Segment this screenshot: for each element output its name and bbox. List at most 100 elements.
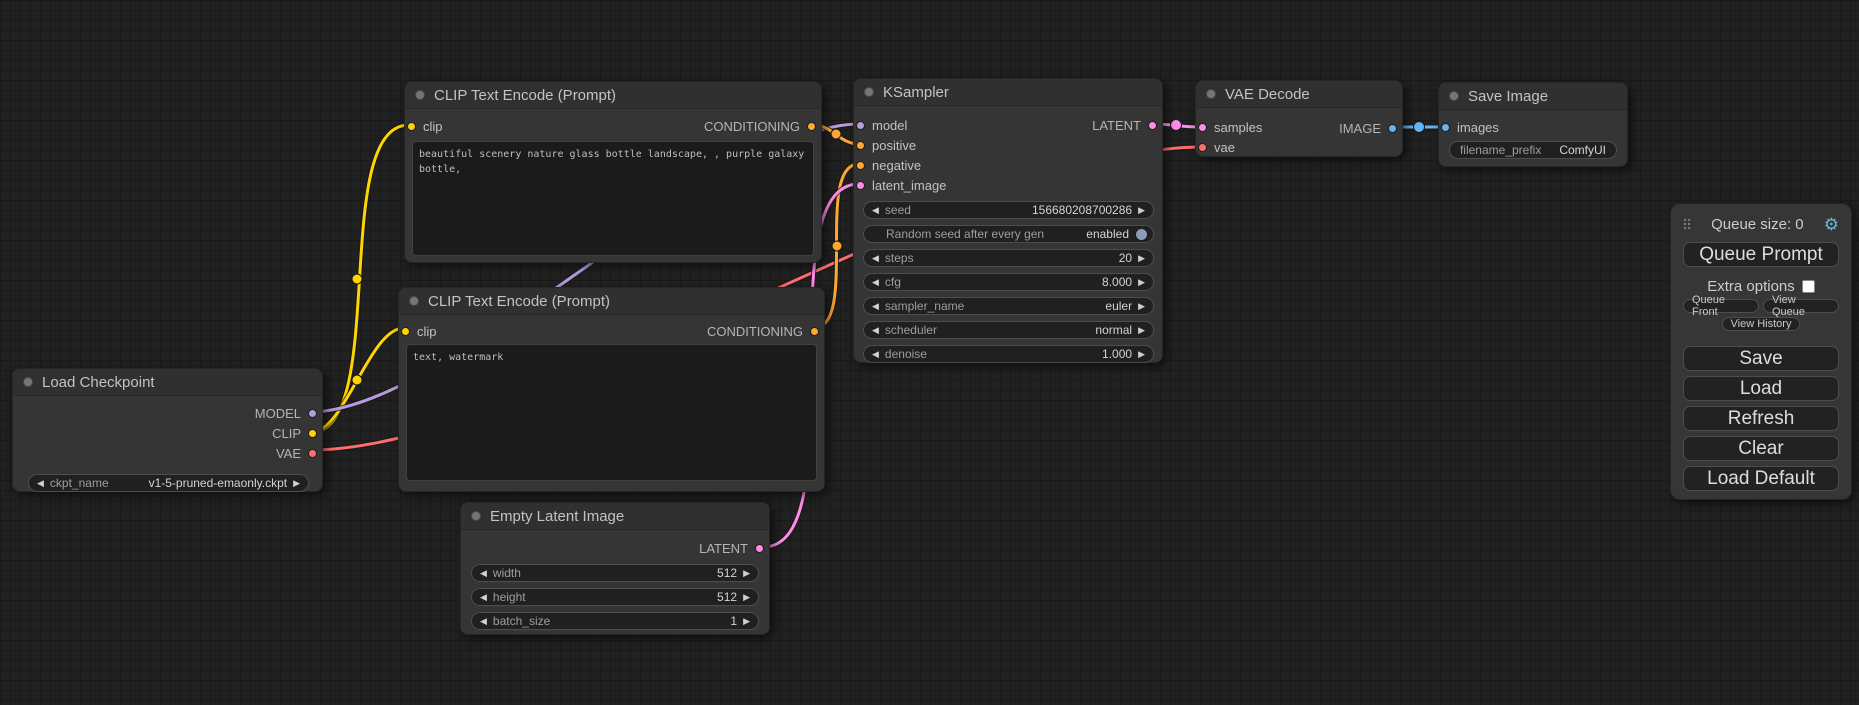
- node-title-bar: Save Image: [1439, 83, 1627, 110]
- increment-arrow-icon[interactable]: ▶: [743, 569, 750, 578]
- filename-prefix-widget[interactable]: filename_prefix ComfyUI: [1449, 141, 1617, 159]
- port-label: CLIP: [272, 426, 301, 441]
- link-dot: [832, 241, 842, 251]
- node-load-checkpoint[interactable]: Load Checkpoint MODEL CLIP VAE ◀ ckpt_na…: [12, 368, 323, 492]
- negative-input-port[interactable]: [856, 161, 865, 170]
- queue-panel: Queue size: 0 ⚙ Queue Prompt Extra optio…: [1670, 203, 1852, 500]
- queue-prompt-button[interactable]: Queue Prompt: [1683, 242, 1839, 267]
- decrement-arrow-icon[interactable]: ◀: [480, 569, 487, 578]
- node-title-bar: Empty Latent Image: [461, 503, 769, 530]
- vae-output-port[interactable]: [308, 449, 317, 458]
- conditioning-output-port[interactable]: [810, 327, 819, 336]
- node-empty-latent-image[interactable]: Empty Latent Image LATENT ◀ width 512 ▶ …: [460, 502, 770, 635]
- port-label: model: [872, 118, 907, 133]
- toggle-enabled-icon[interactable]: [1135, 228, 1148, 241]
- decrement-arrow-icon[interactable]: ◀: [37, 479, 44, 488]
- link-dot: [352, 375, 362, 385]
- collapse-dot-icon[interactable]: [471, 511, 481, 521]
- collapse-dot-icon[interactable]: [409, 296, 419, 306]
- seed-widget[interactable]: ◀ seed 156680208700286 ▶: [863, 201, 1154, 219]
- batch-size-widget[interactable]: ◀ batch_size 1 ▶: [471, 612, 759, 630]
- model-input-port[interactable]: [856, 121, 865, 130]
- load-default-button[interactable]: Load Default: [1683, 466, 1839, 491]
- collapse-dot-icon[interactable]: [1449, 91, 1459, 101]
- port-label: latent_image: [872, 178, 946, 193]
- ckpt-name-widget[interactable]: ◀ ckpt_name v1-5-pruned-emaonly.ckpt ▶: [28, 474, 309, 492]
- decrement-arrow-icon[interactable]: ◀: [872, 350, 879, 359]
- collapse-dot-icon[interactable]: [1206, 89, 1216, 99]
- queue-front-button[interactable]: Queue Front: [1683, 299, 1759, 313]
- decrement-arrow-icon[interactable]: ◀: [480, 617, 487, 626]
- port-label: clip: [423, 119, 443, 134]
- node-save-image[interactable]: Save Image images filename_prefix ComfyU…: [1438, 82, 1628, 167]
- scheduler-widget[interactable]: ◀ scheduler normal ▶: [863, 321, 1154, 339]
- port-label: samples: [1214, 120, 1262, 135]
- model-output-port[interactable]: [308, 409, 317, 418]
- increment-arrow-icon[interactable]: ▶: [743, 593, 750, 602]
- conditioning-output-port[interactable]: [807, 122, 816, 131]
- increment-arrow-icon[interactable]: ▶: [1138, 326, 1145, 335]
- gear-icon[interactable]: ⚙: [1824, 216, 1839, 233]
- node-clip-text-encode-negative[interactable]: CLIP Text Encode (Prompt) clip CONDITION…: [398, 287, 825, 492]
- drag-handle-icon[interactable]: [1683, 218, 1691, 230]
- extra-options-label: Extra options: [1707, 278, 1795, 295]
- increment-arrow-icon[interactable]: ▶: [1138, 302, 1145, 311]
- random-seed-toggle-widget[interactable]: Random seed after every gen enabled: [863, 225, 1154, 243]
- node-clip-text-encode-positive[interactable]: CLIP Text Encode (Prompt) clip CONDITION…: [404, 81, 822, 263]
- decrement-arrow-icon[interactable]: ◀: [872, 326, 879, 335]
- refresh-button[interactable]: Refresh: [1683, 406, 1839, 431]
- collapse-dot-icon[interactable]: [864, 87, 874, 97]
- wire-clip-to-positive-prompt: [310, 125, 409, 433]
- node-title: CLIP Text Encode (Prompt): [434, 87, 616, 104]
- vae-input-port[interactable]: [1198, 143, 1207, 152]
- clear-button[interactable]: Clear: [1683, 436, 1839, 461]
- increment-arrow-icon[interactable]: ▶: [1138, 206, 1145, 215]
- node-title-bar: VAE Decode: [1196, 81, 1402, 108]
- save-button[interactable]: Save: [1683, 346, 1839, 371]
- cfg-widget[interactable]: ◀ cfg 8.000 ▶: [863, 273, 1154, 291]
- comfyui-canvas[interactable]: { "colors": { "model_port": "#B39DDB", "…: [0, 0, 1859, 705]
- clip-output-port[interactable]: [308, 429, 317, 438]
- load-button[interactable]: Load: [1683, 376, 1839, 401]
- samples-input-port[interactable]: [1198, 123, 1207, 132]
- decrement-arrow-icon[interactable]: ◀: [872, 254, 879, 263]
- width-widget[interactable]: ◀ width 512 ▶: [471, 564, 759, 582]
- increment-arrow-icon[interactable]: ▶: [1138, 278, 1145, 287]
- node-title-bar: Load Checkpoint: [13, 369, 322, 396]
- collapse-dot-icon[interactable]: [415, 90, 425, 100]
- view-history-button[interactable]: View History: [1722, 317, 1801, 331]
- decrement-arrow-icon[interactable]: ◀: [872, 206, 879, 215]
- increment-arrow-icon[interactable]: ▶: [293, 479, 300, 488]
- node-vae-decode[interactable]: VAE Decode IMAGE samples vae: [1195, 80, 1403, 157]
- denoise-widget[interactable]: ◀ denoise 1.000 ▶: [863, 345, 1154, 363]
- node-title-bar: CLIP Text Encode (Prompt): [405, 82, 821, 109]
- images-input-port[interactable]: [1441, 123, 1450, 132]
- node-ksampler[interactable]: KSampler LATENT model positive negative …: [853, 78, 1163, 363]
- positive-input-port[interactable]: [856, 141, 865, 150]
- sampler-name-widget[interactable]: ◀ sampler_name euler ▶: [863, 297, 1154, 315]
- steps-widget[interactable]: ◀ steps 20 ▶: [863, 249, 1154, 267]
- extra-options-checkbox[interactable]: [1802, 280, 1815, 293]
- positive-prompt-textarea[interactable]: beautiful scenery nature glass bottle la…: [412, 141, 814, 256]
- port-label: CONDITIONING: [704, 119, 800, 134]
- decrement-arrow-icon[interactable]: ◀: [480, 593, 487, 602]
- decrement-arrow-icon[interactable]: ◀: [872, 278, 879, 287]
- increment-arrow-icon[interactable]: ▶: [1138, 350, 1145, 359]
- latent-image-input-port[interactable]: [856, 181, 865, 190]
- collapse-dot-icon[interactable]: [23, 377, 33, 387]
- link-dot: [352, 274, 362, 284]
- port-label: CONDITIONING: [707, 324, 803, 339]
- view-queue-button[interactable]: View Queue: [1763, 299, 1839, 313]
- port-label: positive: [872, 138, 916, 153]
- port-label: LATENT: [699, 541, 748, 556]
- node-title: Load Checkpoint: [42, 374, 155, 391]
- clip-input-port[interactable]: [407, 122, 416, 131]
- port-label: MODEL: [255, 406, 301, 421]
- clip-input-port[interactable]: [401, 327, 410, 336]
- decrement-arrow-icon[interactable]: ◀: [872, 302, 879, 311]
- increment-arrow-icon[interactable]: ▶: [1138, 254, 1145, 263]
- negative-prompt-textarea[interactable]: text, watermark: [406, 344, 817, 481]
- latent-output-port[interactable]: [755, 544, 764, 553]
- height-widget[interactable]: ◀ height 512 ▶: [471, 588, 759, 606]
- increment-arrow-icon[interactable]: ▶: [743, 617, 750, 626]
